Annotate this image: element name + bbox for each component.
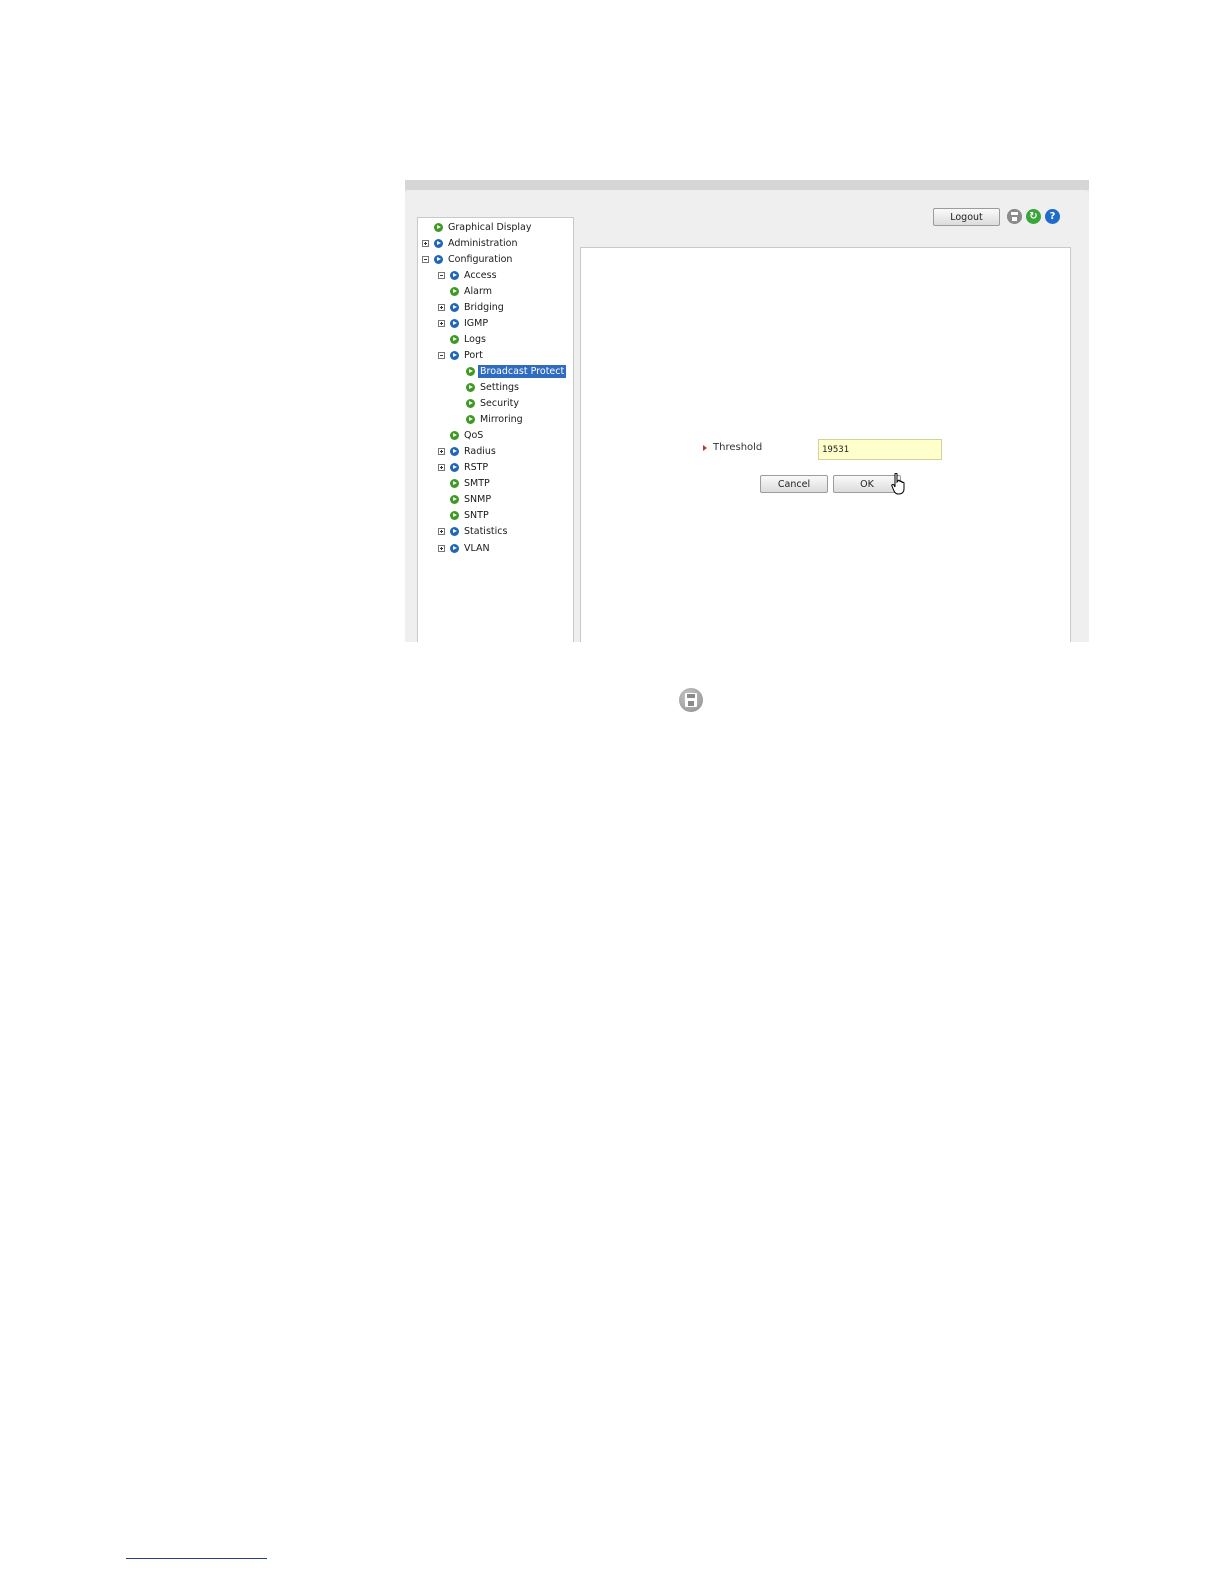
expand-icon[interactable] bbox=[438, 448, 445, 456]
tree-item-label: Mirroring bbox=[480, 414, 523, 426]
page-node-icon bbox=[450, 479, 459, 489]
top-band bbox=[405, 180, 1089, 190]
tree-item-label: Alarm bbox=[464, 285, 492, 297]
tree-item[interactable]: SNTP bbox=[438, 509, 491, 523]
page-node-icon bbox=[466, 399, 475, 409]
page-node-icon bbox=[450, 511, 459, 521]
tree-item-label: VLAN bbox=[464, 542, 490, 554]
tree-item-label: Graphical Display bbox=[448, 221, 532, 233]
help-icon[interactable]: ? bbox=[1045, 209, 1060, 224]
tree-item[interactable]: SMTP bbox=[438, 477, 492, 491]
expand-icon[interactable] bbox=[438, 319, 445, 327]
threshold-label-row: Threshold bbox=[703, 442, 762, 453]
collapse-icon[interactable] bbox=[422, 255, 429, 263]
page-node-icon bbox=[466, 415, 475, 425]
app-frame: Graphical Display Administration Configura… bbox=[405, 190, 1089, 642]
page-node-icon bbox=[434, 222, 443, 232]
tree-item[interactable]: Bridging bbox=[438, 300, 506, 314]
tree-item-label: Bridging bbox=[464, 301, 504, 313]
tree-item-label: Configuration bbox=[448, 253, 513, 265]
tree-item[interactable]: Security bbox=[454, 397, 521, 411]
folder-node-icon bbox=[450, 318, 459, 328]
floppy-glyph-large bbox=[685, 693, 697, 707]
expand-icon[interactable] bbox=[438, 544, 445, 552]
tree-item[interactable]: Configuration bbox=[422, 252, 514, 266]
page-node-icon bbox=[466, 383, 475, 392]
tree-item[interactable]: Administration bbox=[422, 236, 520, 250]
threshold-label: Threshold bbox=[713, 442, 763, 453]
tree-item-label: Administration bbox=[448, 237, 518, 249]
tree-item[interactable]: Port bbox=[438, 348, 485, 362]
tree-item[interactable]: VLAN bbox=[438, 541, 492, 555]
threshold-input[interactable] bbox=[818, 439, 942, 460]
folder-node-icon bbox=[450, 270, 459, 280]
tree-item[interactable]: QoS bbox=[438, 429, 485, 443]
help-glyph: ? bbox=[1049, 211, 1056, 222]
cancel-button[interactable]: Cancel bbox=[760, 475, 828, 493]
page-node-icon bbox=[450, 431, 459, 441]
navigation-tree: Graphical Display Administration Configura… bbox=[417, 217, 574, 642]
tree-item[interactable]: Alarm bbox=[438, 284, 494, 298]
tree-item-label: Settings bbox=[480, 382, 519, 393]
tree-item-label: Access bbox=[464, 269, 497, 281]
save-icon-large bbox=[679, 688, 703, 712]
logout-button[interactable]: Logout bbox=[933, 208, 1000, 226]
app-screenshot: Graphical Display Administration Configura… bbox=[405, 180, 1089, 642]
floppy-glyph bbox=[1007, 209, 1022, 224]
tree-item-label: Security bbox=[480, 398, 520, 410]
expand-icon[interactable] bbox=[438, 303, 445, 311]
footnote-rule bbox=[126, 1558, 267, 1559]
folder-node-icon bbox=[434, 254, 443, 264]
folder-node-icon bbox=[450, 527, 459, 537]
content-panel: Threshold Cancel OK bbox=[580, 247, 1071, 642]
page-node-icon bbox=[450, 495, 459, 505]
refresh-glyph: ↻ bbox=[1029, 211, 1038, 222]
tree-item-label: RSTP bbox=[464, 462, 489, 474]
tree-item-label: IGMP bbox=[464, 317, 489, 329]
tree-item-label: SNTP bbox=[464, 510, 489, 522]
page-node-icon bbox=[450, 286, 459, 296]
tree-item[interactable]: Mirroring bbox=[454, 413, 525, 427]
tree-item[interactable]: SNMP bbox=[438, 493, 493, 507]
tree-item[interactable]: Radius bbox=[438, 445, 498, 459]
tree-item[interactable]: IGMP bbox=[438, 316, 490, 330]
folder-node-icon bbox=[450, 543, 459, 553]
expand-icon[interactable] bbox=[438, 464, 445, 472]
tree-item-label: Logs bbox=[464, 333, 486, 345]
tree-item[interactable]: Broadcast Protect bbox=[454, 364, 567, 378]
tree-item[interactable]: Statistics bbox=[438, 525, 509, 539]
tree-item-label: Statistics bbox=[464, 526, 508, 538]
page-node-icon bbox=[450, 334, 459, 344]
tree-item-label: SNMP bbox=[464, 494, 492, 506]
expand-icon[interactable] bbox=[438, 528, 445, 536]
tree-item[interactable]: Settings bbox=[454, 381, 521, 395]
tree-item[interactable]: Logs bbox=[438, 332, 488, 346]
tree-item[interactable]: Access bbox=[438, 268, 499, 282]
tree-item[interactable]: Graphical Display bbox=[422, 220, 534, 234]
save-icon[interactable] bbox=[1007, 209, 1022, 224]
tree-item-label: Broadcast Protect bbox=[478, 364, 567, 378]
folder-node-icon bbox=[450, 463, 459, 473]
folder-node-icon bbox=[450, 447, 459, 457]
expand-icon[interactable] bbox=[422, 239, 429, 247]
folder-node-icon bbox=[450, 302, 459, 312]
collapse-icon[interactable] bbox=[438, 351, 445, 359]
tree-item[interactable]: RSTP bbox=[438, 461, 490, 475]
page-node-icon bbox=[466, 366, 475, 376]
tree-item-label: QoS bbox=[464, 430, 484, 442]
folder-node-icon bbox=[434, 238, 443, 248]
required-marker-icon bbox=[703, 444, 707, 451]
tree-item-label: Port bbox=[464, 349, 483, 361]
tree-item-label: SMTP bbox=[464, 478, 490, 490]
refresh-icon[interactable]: ↻ bbox=[1026, 209, 1041, 224]
hand-cursor-icon bbox=[891, 473, 905, 495]
tree-item-label: Radius bbox=[464, 446, 496, 458]
folder-node-icon bbox=[450, 350, 459, 360]
collapse-icon[interactable] bbox=[438, 271, 445, 279]
